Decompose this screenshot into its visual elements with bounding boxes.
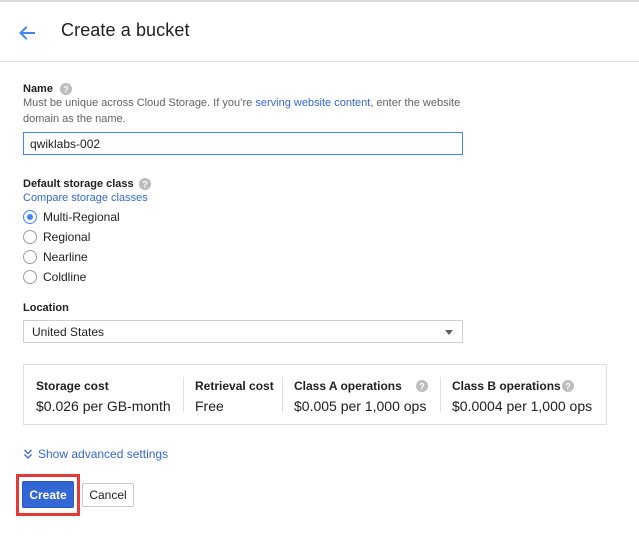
- help-icon[interactable]: ?: [60, 83, 72, 95]
- radio-label: Regional: [43, 230, 91, 244]
- help-icon[interactable]: ?: [139, 178, 151, 190]
- radio-regional[interactable]: Regional: [23, 228, 90, 246]
- back-button[interactable]: [14, 20, 40, 46]
- svg-text:?: ?: [63, 85, 69, 95]
- radio-button[interactable]: [23, 210, 37, 224]
- location-label: Location: [23, 302, 69, 314]
- divider: [183, 377, 184, 413]
- dropdown-arrow-icon: [445, 330, 453, 335]
- cost-heading: Retrieval cost: [195, 379, 274, 393]
- show-advanced-settings-link[interactable]: Show advanced settings: [23, 446, 168, 462]
- cost-value: $0.0004 per 1,000 ops: [452, 398, 593, 414]
- radio-label: Nearline: [43, 250, 88, 264]
- page-header: Create a bucket: [0, 0, 639, 62]
- radio-button[interactable]: [23, 270, 37, 284]
- radio-multi-regional[interactable]: Multi-Regional: [23, 208, 120, 226]
- cost-heading: Class B operations: [452, 379, 561, 393]
- svg-text:?: ?: [565, 382, 571, 392]
- cost-value: $0.026 per GB-month: [36, 398, 171, 414]
- radio-button[interactable]: [23, 230, 37, 244]
- radio-coldline[interactable]: Coldline: [23, 268, 86, 286]
- compare-storage-classes-link[interactable]: Compare storage classes: [23, 190, 148, 206]
- cost-summary-panel: Storage cost $0.026 per GB-month Retriev…: [23, 364, 607, 425]
- name-hint-line2: domain as the name.: [23, 113, 126, 125]
- name-hint-text: Must be unique across Cloud Storage. If …: [23, 97, 256, 109]
- name-hint: Must be unique across Cloud Storage. If …: [23, 95, 473, 111]
- radio-button[interactable]: [23, 250, 37, 264]
- storage-class-label: Default storage class: [23, 178, 134, 190]
- svg-text:?: ?: [142, 180, 148, 190]
- create-button[interactable]: Create: [22, 481, 74, 508]
- cost-value: Free: [195, 398, 224, 414]
- name-label: Name: [23, 83, 53, 95]
- radio-nearline[interactable]: Nearline: [23, 248, 88, 266]
- bucket-name-input[interactable]: [23, 132, 463, 155]
- divider: [282, 377, 283, 413]
- svg-text:?: ?: [419, 382, 425, 392]
- location-selected-value: United States: [32, 325, 105, 339]
- page-title: Create a bucket: [61, 20, 190, 40]
- serving-website-content-link[interactable]: serving website content: [255, 97, 370, 109]
- cancel-button[interactable]: Cancel: [82, 483, 134, 507]
- cost-heading: Storage cost: [36, 379, 109, 393]
- divider: [440, 377, 441, 413]
- name-hint-text-after: , enter the website: [370, 97, 461, 109]
- radio-label: Multi-Regional: [43, 210, 120, 224]
- cost-value: $0.005 per 1,000 ops: [294, 398, 427, 414]
- radio-label: Coldline: [43, 270, 87, 284]
- help-icon[interactable]: ?: [562, 380, 574, 392]
- chevron-double-down-icon: [24, 449, 32, 459]
- advanced-settings-label: Show advanced settings: [38, 447, 169, 461]
- help-icon[interactable]: ?: [416, 380, 428, 392]
- location-select[interactable]: United States: [23, 320, 463, 343]
- cost-heading: Class A operations: [294, 379, 402, 393]
- arrow-back-icon: [19, 26, 35, 40]
